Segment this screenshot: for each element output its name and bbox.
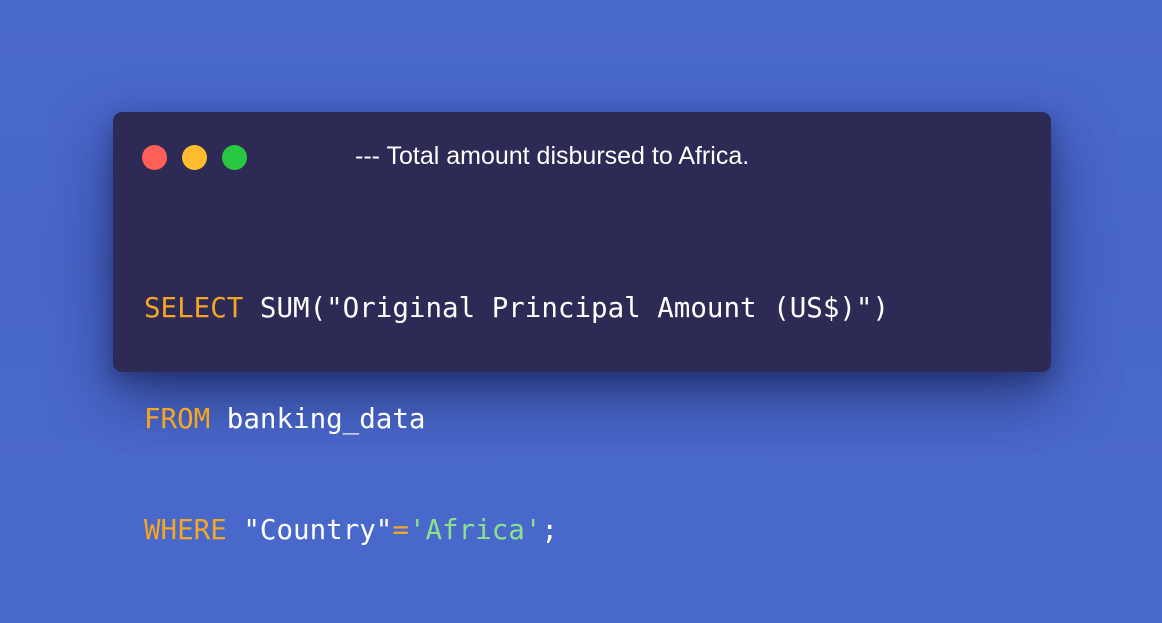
code-line: FROM banking_data: [144, 401, 889, 438]
window-title: --- Total amount disbursed to Africa.: [355, 142, 750, 170]
sql-keyword: WHERE: [144, 514, 227, 546]
sql-column-name: "Country": [226, 514, 393, 546]
code-block: SELECT SUM("Original Principal Amount (U…: [144, 216, 889, 623]
close-window-icon[interactable]: [142, 145, 167, 170]
code-window: --- Total amount disbursed to Africa. SE…: [113, 112, 1051, 546]
minimize-window-icon[interactable]: [182, 145, 207, 170]
sql-table-name: banking_data: [210, 403, 426, 435]
sql-terminator: ;: [541, 514, 558, 546]
code-line: SELECT SUM("Original Principal Amount (U…: [144, 290, 889, 327]
sql-keyword: FROM: [144, 403, 211, 435]
sql-keyword: SELECT: [144, 292, 244, 324]
window-titlebar: --- Total amount disbursed to Africa.: [113, 112, 1051, 198]
code-line: WHERE "Country"='Africa';: [144, 512, 889, 549]
maximize-window-icon[interactable]: [222, 145, 247, 170]
sql-operator: =: [392, 514, 409, 546]
sql-expression: SUM("Original Principal Amount (US$)"): [243, 292, 890, 324]
sql-string-literal: 'Africa': [408, 514, 542, 546]
